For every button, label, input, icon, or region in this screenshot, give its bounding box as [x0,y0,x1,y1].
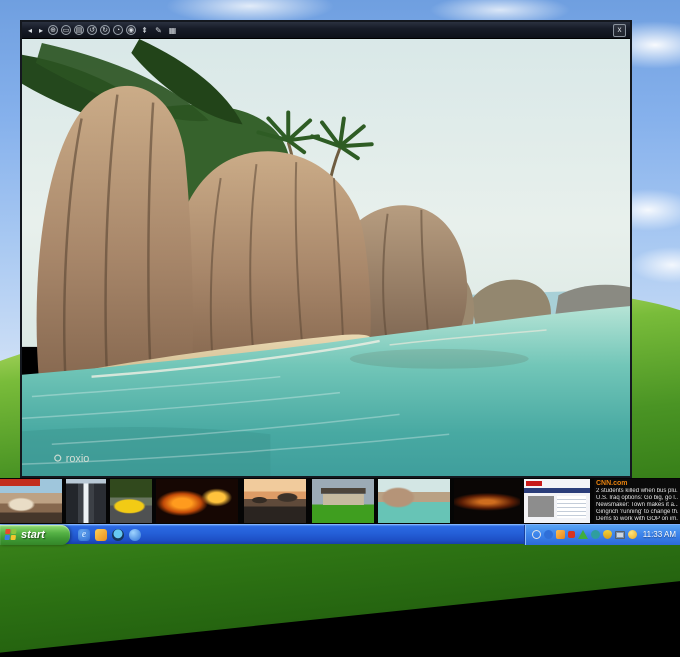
thumbnail-filmstrip: CNN.com 2 students killed when bus plu..… [0,478,680,524]
quick-launch-bar: e [78,529,141,541]
slideshow-icon[interactable]: ◔ [113,25,123,35]
thumbnail-beach-boulders[interactable] [378,479,450,523]
fit-to-screen-icon[interactable]: ▭ [61,25,71,35]
start-button-label: start [21,529,45,541]
display-icon[interactable] [615,531,625,539]
system-tray: 11:33 AM [524,525,680,545]
close-button[interactable]: x [613,24,626,37]
thumbnail-yellow-car[interactable] [110,479,152,523]
zoom-icon[interactable]: ⊕ [48,25,58,35]
watermark-text: roxio [66,453,90,465]
thumbnail-city-night[interactable] [454,479,520,523]
blue-dot-icon[interactable] [544,530,553,539]
thumbnail-waterfall[interactable] [66,479,106,523]
shield-icon[interactable] [603,530,612,539]
red-alert-icon[interactable] [568,531,575,538]
thumbnail-fire-night[interactable] [156,479,238,523]
rotate-right-icon[interactable]: ↻ [100,25,110,35]
windows-logo-icon [4,529,17,541]
next-photo-button[interactable]: ▸ [37,25,45,36]
beach-photo-svg: roxio [22,39,630,476]
edit-icon[interactable]: ✎ [153,25,164,36]
photo-beach-scene: roxio [22,39,630,476]
yellow-status-icon[interactable] [628,530,637,539]
previous-photo-button[interactable]: ◂ [26,25,34,36]
photo-viewer-window: ◂ ▸ ⊕ ▭ ▤ ↺ ↻ ◔ ◉ ⇞ ✎ ▦ x [20,20,632,478]
news-headline[interactable]: Newsmaker: Town makes it a... [596,502,678,509]
thumbnail-stone-house[interactable] [312,479,374,523]
internet-explorer-icon[interactable]: e [78,529,90,541]
delete-icon[interactable]: ▦ [167,25,178,36]
orange-app-icon[interactable] [95,529,107,541]
rotate-left-icon[interactable]: ↺ [87,25,97,35]
upload-icon[interactable]: ⇞ [139,25,150,36]
news-headline[interactable]: Dems to work with GOP on im... [596,516,678,523]
teal-dot-icon[interactable] [591,530,600,539]
thumbnail-coastal-rocks[interactable] [0,479,62,523]
options-icon[interactable]: ◉ [126,25,136,35]
clock-ring-icon[interactable] [532,530,541,539]
news-source-label: CNN.com [596,480,678,488]
orange-app-tray-icon[interactable] [556,530,565,539]
start-button[interactable]: start [0,525,70,545]
news-headline[interactable]: 2 students killed when bus plu... [596,488,678,495]
print-icon[interactable]: ▤ [74,25,84,35]
news-headlines-panel: CNN.com 2 students killed when bus plu..… [594,479,680,523]
messenger-icon[interactable] [129,529,141,541]
viewer-toolbar: ◂ ▸ ⊕ ▭ ▤ ↺ ↻ ◔ ◉ ⇞ ✎ ▦ x [22,22,630,39]
news-headline[interactable]: Gingrich 'running' to change th... [596,509,678,516]
green-triangle-icon[interactable] [578,530,588,539]
thumbnail-news-webpage[interactable] [524,479,590,523]
media-player-icon[interactable] [112,529,124,541]
news-headline[interactable]: U.S. Iraq options: Go big, go l... [596,495,678,502]
thumbnail-sunset-harbor[interactable] [244,479,306,523]
tray-clock[interactable]: 11:33 AM [643,530,676,539]
taskbar: start e 11:33 AM [0,524,680,544]
